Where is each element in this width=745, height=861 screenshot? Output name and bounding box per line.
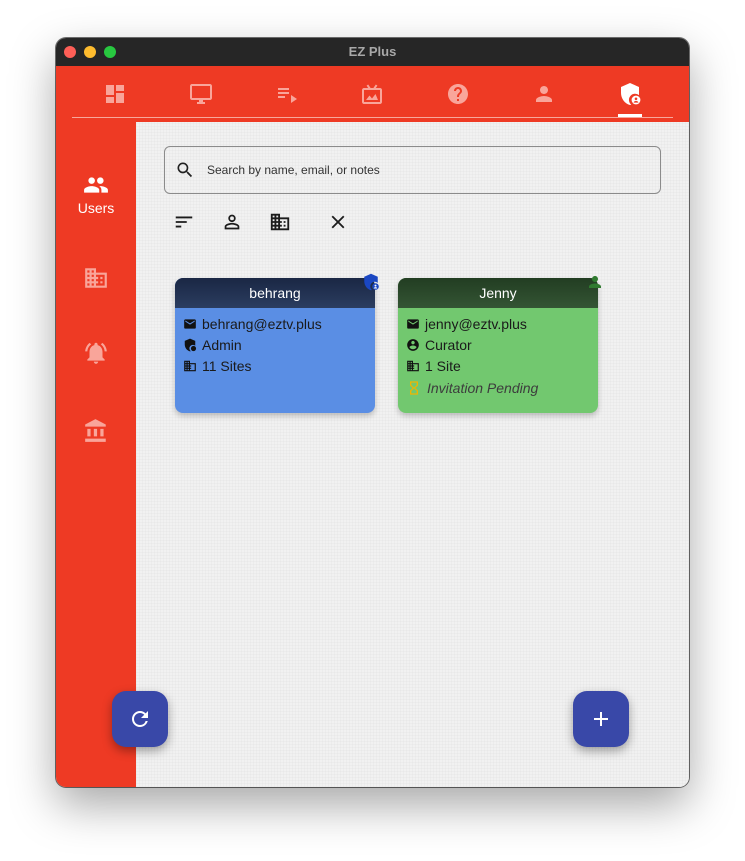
tab-screens[interactable]	[183, 78, 219, 110]
search-icon	[177, 162, 193, 178]
sort-button[interactable]	[170, 208, 198, 236]
sidebar: Users	[56, 122, 136, 787]
users-icon	[84, 177, 108, 193]
nav-divider	[72, 117, 673, 118]
filter-by-role-button[interactable]	[218, 208, 246, 236]
mail-icon	[184, 318, 196, 329]
sidebar-item-sites[interactable]	[56, 265, 136, 291]
sidebar-item-label: Users	[77, 200, 115, 216]
user-name: Jenny	[479, 285, 517, 301]
title-bar: EZ Plus	[56, 38, 689, 66]
main-content: behrang behrang@eztv.plus Admin 11 Sites	[136, 122, 689, 787]
user-role-row: Admin	[183, 334, 375, 355]
admin-shield-icon	[621, 83, 641, 105]
top-navigation	[56, 66, 689, 122]
user-role: Curator	[425, 336, 472, 353]
admin-badge-icon	[364, 273, 379, 291]
sort-icon	[175, 216, 193, 228]
app-window: EZ Plus Users Search by name, email, or …	[56, 38, 689, 787]
user-card-header: Jenny	[398, 278, 598, 308]
building-icon	[184, 360, 196, 371]
alarm-icon	[85, 342, 107, 364]
clear-icon	[331, 215, 345, 229]
building-icon	[407, 360, 419, 371]
playlist-icon	[278, 88, 297, 103]
sidebar-item-alarms[interactable]	[56, 340, 136, 366]
search-box	[164, 146, 661, 194]
user-sites-row: 11 Sites	[183, 355, 375, 376]
help-icon	[448, 84, 468, 104]
media-icon	[362, 84, 382, 104]
user-role-row: Curator	[406, 334, 598, 355]
user-sites: 1 Site	[425, 357, 461, 374]
tab-media[interactable]	[354, 78, 390, 110]
clear-filters-button[interactable]	[324, 208, 352, 236]
hourglass-icon	[410, 381, 418, 395]
tab-help[interactable]	[440, 78, 476, 110]
user-email: behrang@eztv.plus	[202, 315, 322, 332]
tab-admin[interactable]	[612, 78, 648, 110]
refresh-icon	[132, 711, 148, 727]
mail-icon	[407, 318, 419, 329]
user-email-row: behrang@eztv.plus	[183, 313, 375, 334]
account-icon	[536, 86, 552, 102]
add-icon	[594, 712, 608, 726]
institution-icon	[85, 419, 106, 442]
user-card-body: behrang@eztv.plus Admin 11 Sites	[175, 308, 375, 376]
user-email: jenny@eztv.plus	[425, 315, 527, 332]
active-tab-indicator	[618, 114, 642, 117]
user-card[interactable]: Jenny jenny@eztv.plus Curator 1 Site Inv…	[398, 278, 598, 413]
building-icon	[85, 268, 107, 288]
dashboard-icon	[106, 85, 124, 103]
user-sites: 11 Sites	[202, 357, 252, 374]
user-card-body: jenny@eztv.plus Curator 1 Site Invitatio…	[398, 308, 598, 400]
refresh-button[interactable]	[112, 691, 168, 747]
user-status: Invitation Pending	[427, 380, 539, 396]
tab-playlists[interactable]	[269, 78, 305, 110]
user-card-header: behrang	[175, 278, 375, 308]
window-title: EZ Plus	[348, 44, 397, 59]
add-user-button[interactable]	[573, 691, 629, 747]
tab-account[interactable]	[526, 78, 562, 110]
user-email-row: jenny@eztv.plus	[406, 313, 598, 334]
building-filter-icon	[270, 213, 290, 231]
user-role: Admin	[202, 336, 242, 353]
filter-by-site-button[interactable]	[266, 208, 294, 236]
search-input[interactable]	[207, 147, 647, 193]
user-sites-row: 1 Site	[406, 355, 598, 376]
sidebar-item-users[interactable]: Users	[56, 172, 136, 216]
admin-shield-icon	[184, 338, 197, 351]
account-circle-icon	[407, 338, 419, 351]
user-card[interactable]: behrang behrang@eztv.plus Admin 11 Sites	[175, 278, 375, 413]
sidebar-item-institutions[interactable]	[56, 418, 136, 444]
tab-dashboard[interactable]	[97, 78, 133, 110]
person-filter-icon	[224, 214, 240, 230]
user-name: behrang	[249, 285, 301, 301]
user-status-row: Invitation Pending	[406, 376, 598, 400]
monitor-icon	[190, 84, 212, 104]
person-badge-icon	[589, 276, 601, 288]
